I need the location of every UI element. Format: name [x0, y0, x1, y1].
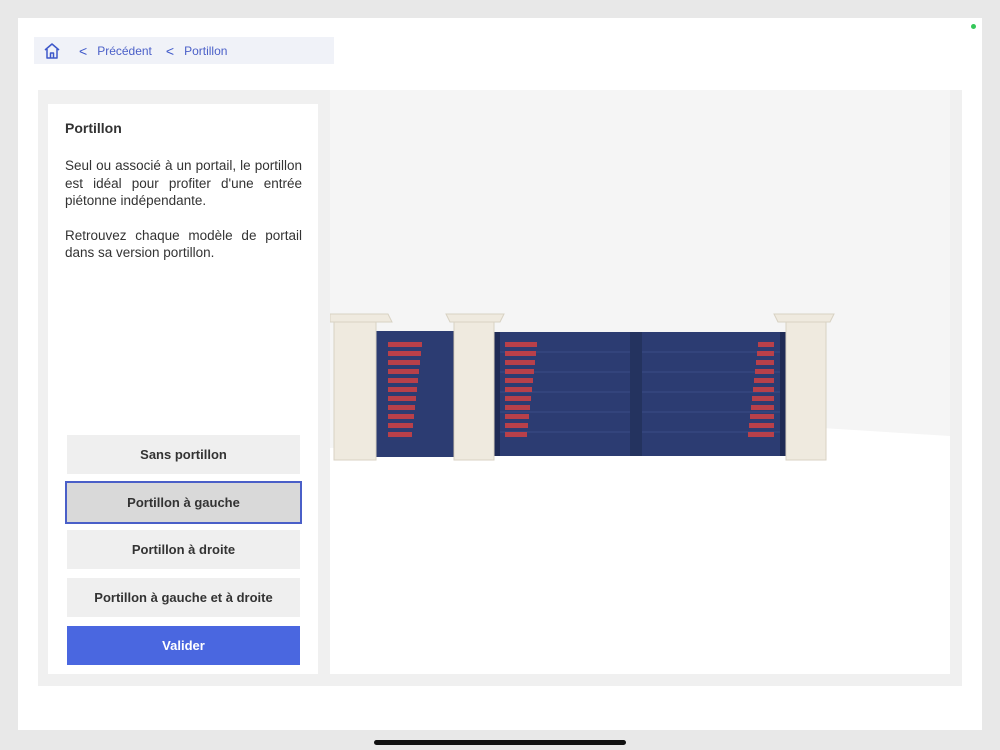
app-screen: < Précédent < Portillon Portillon Seul o…: [18, 18, 982, 730]
gate-preview[interactable]: [329, 90, 950, 674]
main-gate: [494, 332, 786, 456]
description-paragraph: Retrouvez chaque modèle de portail dans …: [65, 227, 302, 261]
option-sans-portillon[interactable]: Sans portillon: [67, 435, 300, 474]
option-portillon-droite[interactable]: Portillon à droite: [67, 530, 300, 569]
option-portillon-gauche[interactable]: Portillon à gauche: [65, 481, 302, 524]
option-portillon-gauche-droite[interactable]: Portillon à gauche et à droite: [67, 578, 300, 617]
options-panel: Portillon Seul ou associé à un portail, …: [48, 104, 318, 674]
validate-button[interactable]: Valider: [67, 626, 300, 665]
home-indicator: [374, 740, 626, 745]
breadcrumb-back-link[interactable]: Précédent: [97, 44, 152, 58]
breadcrumb: < Précédent < Portillon: [34, 37, 334, 64]
chevron-left-icon: <: [165, 42, 175, 59]
chevron-left-icon: <: [79, 42, 88, 59]
wicket-gate: [376, 331, 455, 457]
panel-title: Portillon: [65, 120, 122, 136]
configurator-content: Portillon Seul ou associé à un portail, …: [38, 90, 962, 686]
gate-preview-image: [329, 313, 950, 674]
breadcrumb-current[interactable]: Portillon: [184, 44, 227, 58]
description-paragraph: Seul ou associé à un portail, le portill…: [65, 158, 302, 208]
panel-description: Seul ou associé à un portail, le portill…: [65, 157, 302, 279]
status-indicator: [971, 24, 976, 29]
home-icon[interactable]: [43, 42, 61, 60]
